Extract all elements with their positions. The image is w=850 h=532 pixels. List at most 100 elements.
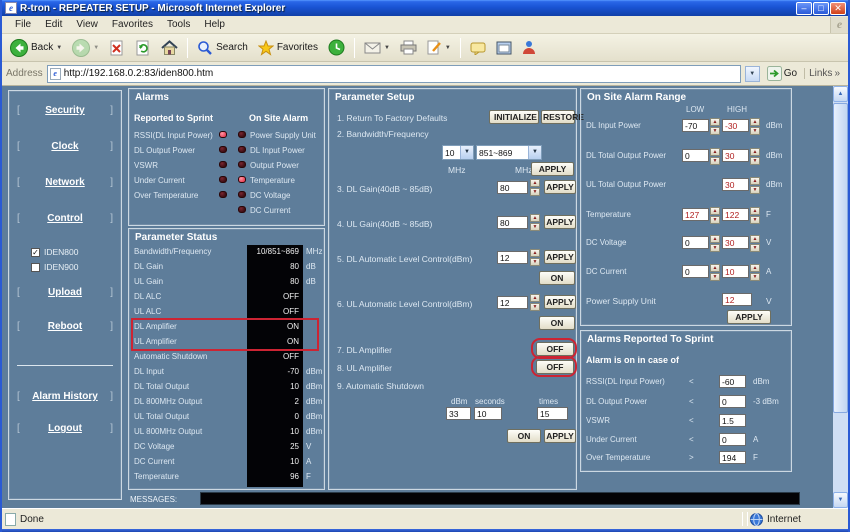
edit-button[interactable]: ▼ xyxy=(423,38,455,57)
spin-down-icon[interactable]: ▼ xyxy=(710,157,720,165)
spin-down-icon[interactable]: ▼ xyxy=(750,157,760,165)
range-low-spinner[interactable]: ▲▼ xyxy=(710,207,720,223)
shutdown-seconds-input[interactable]: 10 xyxy=(474,407,502,420)
sprint-row-input[interactable]: 0 xyxy=(719,433,746,446)
stop-button[interactable] xyxy=(105,38,129,58)
spin-up-icon[interactable]: ▲ xyxy=(710,207,720,215)
menu-item-edit[interactable]: Edit xyxy=(38,17,69,32)
menu-item-favorites[interactable]: Favorites xyxy=(105,17,160,32)
checkbox-iden800[interactable]: ✓IDEN800 xyxy=(31,247,79,257)
edit-dropdown-icon[interactable]: ▼ xyxy=(445,45,451,51)
range-high-spinner[interactable]: ▲▼ xyxy=(750,264,760,280)
psu-input[interactable]: 12 xyxy=(722,293,752,306)
ul-alc-input[interactable]: 12 xyxy=(497,296,528,309)
sprint-row-input[interactable]: -60 xyxy=(719,375,746,388)
spin-up-icon[interactable]: ▲ xyxy=(750,118,760,126)
checkbox-iden900[interactable]: IDEN900 xyxy=(31,262,79,272)
shutdown-apply-button[interactable]: APPLY xyxy=(544,429,576,443)
bandwidth-select-arrow-icon[interactable]: ▼ xyxy=(460,146,473,159)
dl-alc-spinner[interactable]: ▲▼ xyxy=(530,249,540,265)
back-button[interactable]: Back ▼ xyxy=(6,37,66,59)
maximize-button[interactable]: □ xyxy=(813,2,829,15)
spin-down-icon[interactable]: ▼ xyxy=(750,186,760,194)
sidebar-item-network[interactable]: [Network] xyxy=(17,177,113,188)
range-low-input[interactable]: -70 xyxy=(682,119,709,132)
spin-up-icon[interactable]: ▲ xyxy=(710,148,720,156)
menu-item-file[interactable]: File xyxy=(8,17,38,32)
sprint-row-input[interactable]: 194 xyxy=(719,451,746,464)
range-low-input[interactable]: 127 xyxy=(682,208,709,221)
history-button[interactable] xyxy=(324,37,349,58)
messenger-button[interactable] xyxy=(518,38,540,57)
ul-gain-input[interactable]: 80 xyxy=(497,216,528,229)
close-button[interactable]: ✕ xyxy=(830,2,846,15)
dl-gain-spinner[interactable]: ▲▼ xyxy=(530,179,540,195)
ul-gain-spinner[interactable]: ▲▼ xyxy=(530,214,540,230)
shutdown-dbm-input[interactable]: 33 xyxy=(446,407,471,420)
spin-up-icon[interactable]: ▲ xyxy=(750,177,760,185)
address-dropdown-icon[interactable]: ▼ xyxy=(745,66,760,82)
sidebar-item-reboot[interactable]: [Reboot] xyxy=(17,321,113,332)
range-low-spinner[interactable]: ▲▼ xyxy=(710,235,720,251)
spin-down-icon[interactable]: ▼ xyxy=(710,244,720,252)
range-high-input[interactable]: 122 xyxy=(722,208,749,221)
range-high-input[interactable]: 10 xyxy=(722,265,749,278)
range-low-spinner[interactable]: ▲▼ xyxy=(710,118,720,134)
forward-button[interactable]: ▼ xyxy=(68,37,103,59)
range-high-input[interactable]: 30 xyxy=(722,149,749,162)
back-dropdown-icon[interactable]: ▼ xyxy=(56,45,62,51)
range-low-spinner[interactable]: ▲▼ xyxy=(710,264,720,280)
range-high-input[interactable]: -30 xyxy=(722,119,749,132)
favorites-button[interactable]: Favorites xyxy=(254,38,322,58)
range-high-input[interactable]: 30 xyxy=(722,236,749,249)
bandwidth-select[interactable]: 10 ▼ xyxy=(442,145,474,160)
spin-up-icon[interactable]: ▲ xyxy=(750,264,760,272)
dl-alc-on-button[interactable]: ON xyxy=(539,271,575,285)
scroll-up-icon[interactable]: ▲ xyxy=(833,86,848,102)
sidebar-item-alarm-history[interactable]: [Alarm History] xyxy=(17,391,113,402)
sidebar-item-security[interactable]: [Security] xyxy=(17,105,113,116)
sprint-row-input[interactable]: 0 xyxy=(719,395,746,408)
spin-down-icon[interactable]: ▼ xyxy=(750,273,760,281)
minimize-button[interactable]: – xyxy=(796,2,812,15)
dl-alc-input[interactable]: 12 xyxy=(497,251,528,264)
sprint-row-input[interactable]: 1.5 xyxy=(719,414,746,427)
ul-alc-apply-button[interactable]: APPLY xyxy=(544,295,576,309)
menu-item-view[interactable]: View xyxy=(69,17,105,32)
range-low-spinner[interactable]: ▲▼ xyxy=(710,148,720,164)
range-high-spinner[interactable]: ▲▼ xyxy=(750,177,760,193)
range-low-input[interactable]: 0 xyxy=(682,265,709,278)
print-button[interactable] xyxy=(396,38,421,57)
search-button[interactable]: Search xyxy=(193,38,252,58)
spin-up-icon[interactable]: ▲ xyxy=(750,148,760,156)
range-high-spinner[interactable]: ▲▼ xyxy=(750,207,760,223)
spin-down-icon[interactable]: ▼ xyxy=(710,127,720,135)
ul-alc-on-button[interactable]: ON xyxy=(539,316,575,330)
bandwidth-apply-button[interactable]: APPLY xyxy=(531,162,574,176)
restore-button[interactable]: RESTORE xyxy=(541,110,575,124)
discuss-button[interactable] xyxy=(466,39,490,57)
sidebar-item-upload[interactable]: [Upload] xyxy=(17,287,113,298)
mail-dropdown-icon[interactable]: ▼ xyxy=(384,45,390,51)
shutdown-times-input[interactable]: 15 xyxy=(537,407,568,420)
links-button[interactable]: Links » xyxy=(804,68,844,79)
spin-down-icon[interactable]: ▼ xyxy=(710,273,720,281)
spin-up-icon[interactable]: ▲ xyxy=(710,118,720,126)
mail-button[interactable]: ▼ xyxy=(360,39,394,57)
ul-gain-apply-button[interactable]: APPLY xyxy=(544,215,576,229)
dl-alc-apply-button[interactable]: APPLY xyxy=(544,250,576,264)
frequency-select[interactable]: 851~869 ▼ xyxy=(476,145,542,160)
dl-gain-input[interactable]: 80 xyxy=(497,181,528,194)
checkbox-box-icon[interactable]: ✓ xyxy=(31,248,40,257)
sidebar-item-control[interactable]: [Control] xyxy=(17,213,113,224)
address-input[interactable]: e http://192.168.0.2:83/iden800.htm xyxy=(47,65,741,83)
initialize-button[interactable]: INITIALIZE xyxy=(489,110,539,124)
spin-down-icon[interactable]: ▼ xyxy=(750,127,760,135)
forward-dropdown-icon[interactable]: ▼ xyxy=(93,45,99,51)
spin-down-icon[interactable]: ▼ xyxy=(710,216,720,224)
refresh-button[interactable] xyxy=(131,38,155,58)
range-high-spinner[interactable]: ▲▼ xyxy=(750,235,760,251)
range-high-spinner[interactable]: ▲▼ xyxy=(750,118,760,134)
shutdown-on-button[interactable]: ON xyxy=(507,429,541,443)
fullscreen-button[interactable] xyxy=(492,39,516,57)
